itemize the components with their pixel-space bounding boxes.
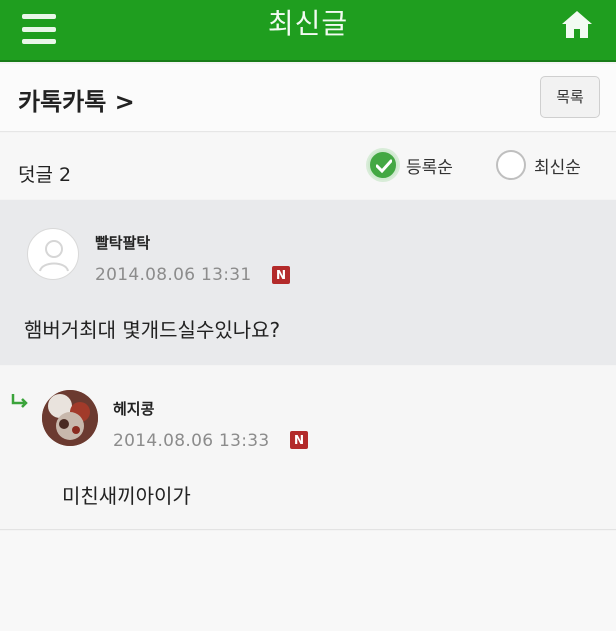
page-title: 최신글 <box>267 7 349 40</box>
comment-text: 햄버거최대 몇개드실수있나요? <box>24 318 281 342</box>
comment-count: 덧글 2 <box>18 164 72 186</box>
comment-text: 미친새끼아이가 <box>62 484 191 508</box>
new-badge: N <box>272 266 290 284</box>
comment-nickname[interactable]: 헤지콩 <box>113 398 154 419</box>
board-name-link[interactable]: 카톡카톡 > <box>18 82 135 117</box>
sort-option-label: 등록순 <box>406 157 453 178</box>
comment-nickname[interactable]: 빨탁팔탁 <box>95 232 150 253</box>
home-icon[interactable] <box>560 8 594 40</box>
user-avatar <box>42 390 98 446</box>
sort-option-latest[interactable]: 최신순 <box>496 148 581 182</box>
new-badge: N <box>290 431 308 449</box>
comment-date: 2014.08.06 13:31 <box>95 265 252 285</box>
comment-date: 2014.08.06 13:33 <box>113 431 270 451</box>
default-avatar-icon <box>27 228 79 280</box>
sort-option-registered[interactable]: 등록순 <box>368 148 453 182</box>
empty-content-area <box>0 531 616 631</box>
checked-radio-icon <box>368 150 398 180</box>
unchecked-radio-icon <box>496 150 526 180</box>
list-button[interactable]: 목록 <box>540 76 600 118</box>
reply-arrow-icon <box>11 394 28 408</box>
sort-option-label: 최신순 <box>534 157 581 178</box>
